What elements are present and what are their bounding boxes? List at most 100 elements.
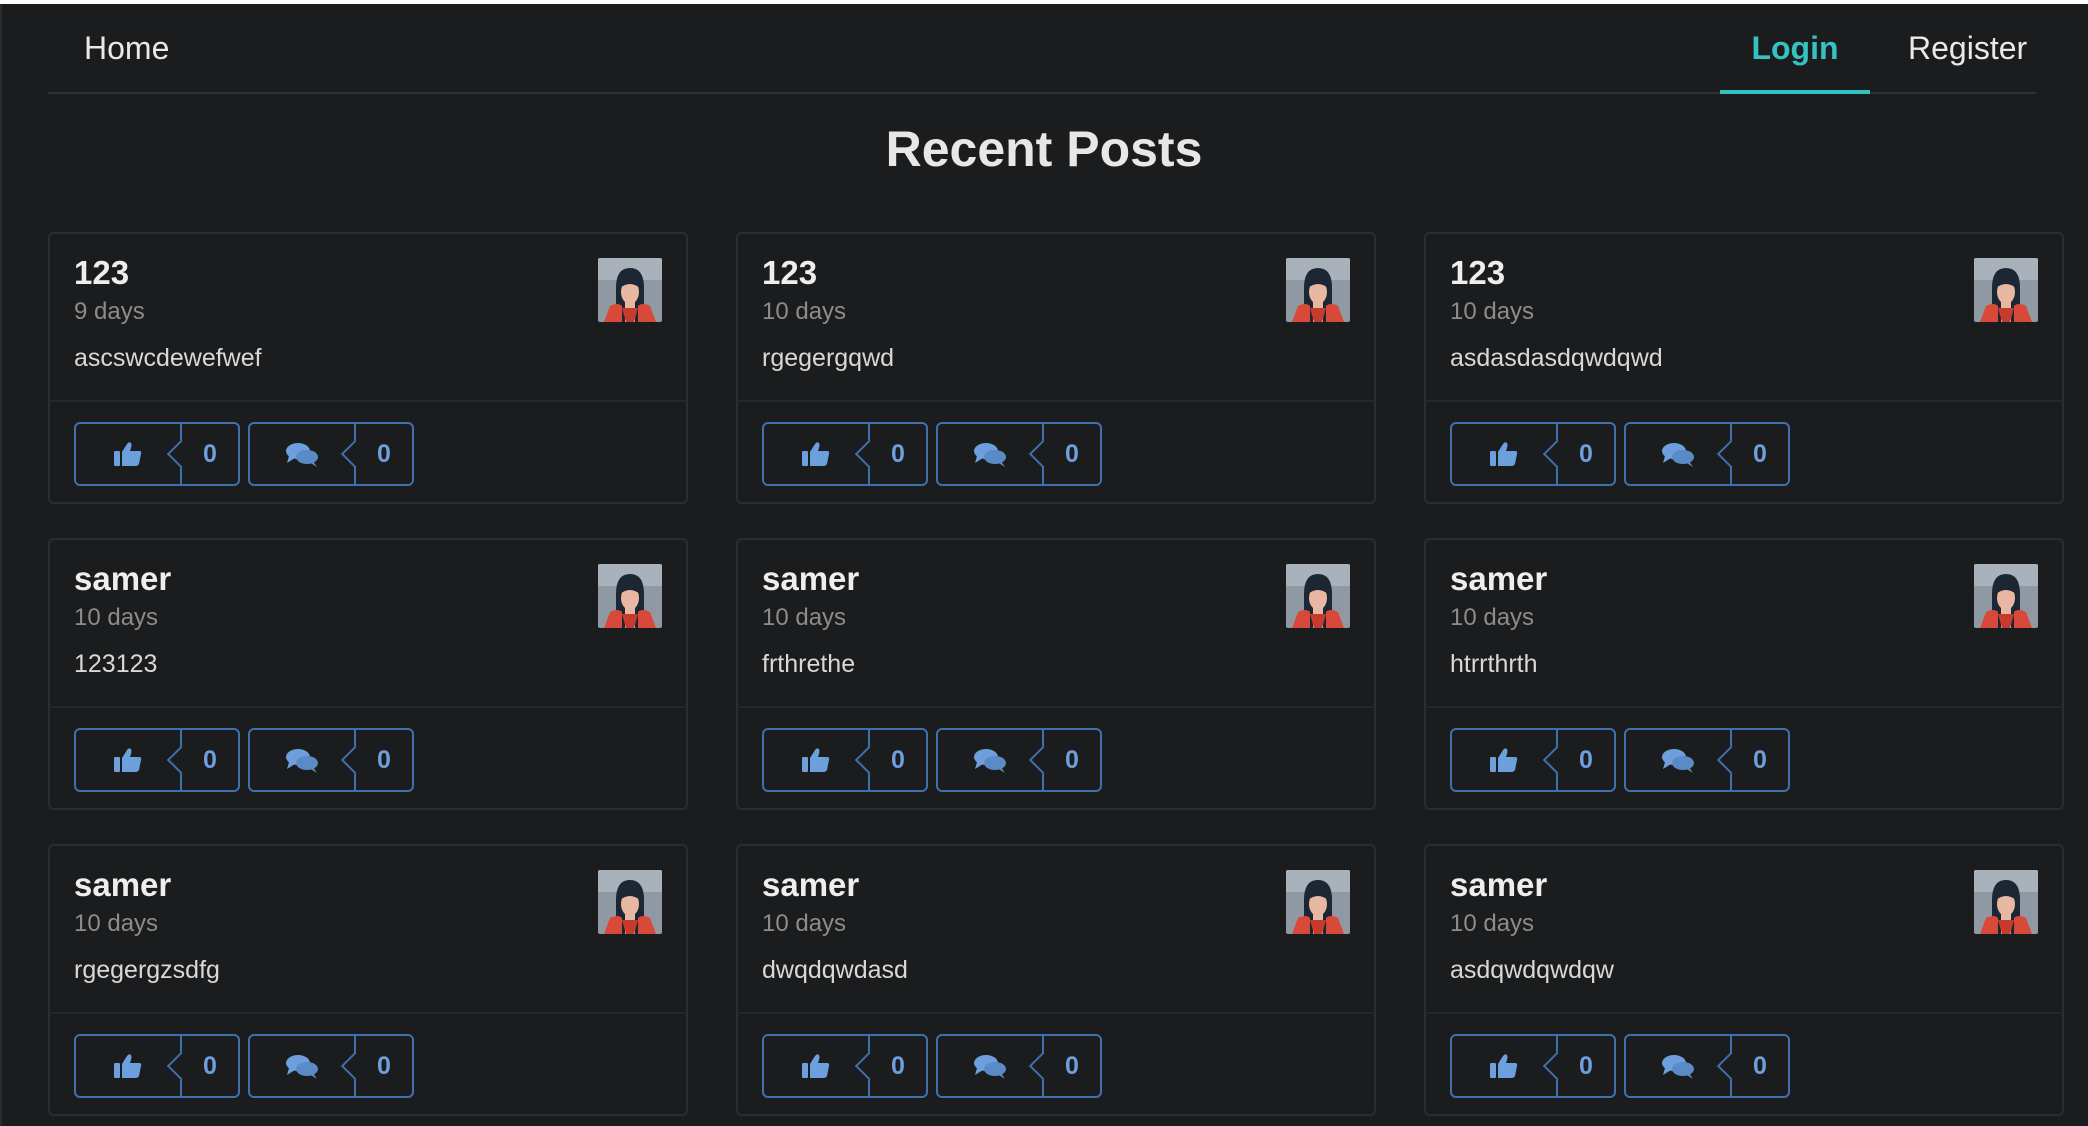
post-time: 10 days xyxy=(74,910,159,937)
card-divider xyxy=(738,1012,1374,1014)
comment-count: 0 xyxy=(1753,1052,1767,1080)
comment-count: 0 xyxy=(1753,440,1767,468)
post-text: rgegergzsdfg xyxy=(74,956,220,984)
post-time: 10 days xyxy=(762,298,847,325)
comments-icon xyxy=(1662,443,1694,467)
user-avatar[interactable] xyxy=(598,564,662,628)
card-divider xyxy=(738,400,1374,402)
post-card: 123 9 days ascswcdewefwef 0 0 xyxy=(48,232,688,504)
nav-home-link[interactable]: Home xyxy=(84,4,169,92)
user-avatar[interactable] xyxy=(598,870,662,934)
like-count: 0 xyxy=(891,746,905,774)
post-author: 123 xyxy=(74,254,130,291)
comment-count: 0 xyxy=(377,440,391,468)
like-button[interactable]: 0 xyxy=(762,728,928,792)
like-count: 0 xyxy=(203,1052,217,1080)
user-avatar[interactable] xyxy=(598,258,662,322)
comments-icon xyxy=(1662,1055,1694,1079)
like-button[interactable]: 0 xyxy=(74,728,240,792)
thumbs-up-icon xyxy=(802,442,830,466)
post-author: samer xyxy=(762,866,860,903)
comment-button[interactable]: 0 xyxy=(936,1034,1102,1098)
thumbs-up-icon xyxy=(1490,748,1518,772)
post-card: 123 10 days asdasdasdqwdqwd 0 0 xyxy=(1424,232,2064,504)
post-text: frthrethe xyxy=(762,650,856,678)
thumbs-up-icon xyxy=(1490,442,1518,466)
like-count: 0 xyxy=(203,746,217,774)
active-tab-indicator xyxy=(1720,90,1870,94)
comment-button[interactable]: 0 xyxy=(248,728,414,792)
page-title: Recent Posts xyxy=(885,121,1203,177)
post-text: asdasdasdqwdqwd xyxy=(1450,344,1663,372)
thumbs-up-icon xyxy=(1490,1054,1518,1078)
like-count: 0 xyxy=(891,1052,905,1080)
comment-count: 0 xyxy=(1065,440,1079,468)
comment-button[interactable]: 0 xyxy=(248,1034,414,1098)
card-divider xyxy=(1426,1012,2062,1014)
post-author: samer xyxy=(1450,560,1548,597)
comments-icon xyxy=(286,1055,318,1079)
comment-button[interactable]: 0 xyxy=(1624,1034,1790,1098)
user-avatar[interactable] xyxy=(1974,258,2038,322)
post-card: samer 10 days frthrethe 0 0 xyxy=(736,538,1376,810)
nav-login-label: Login xyxy=(1751,30,1839,66)
thumbs-up-icon xyxy=(114,748,142,772)
card-divider xyxy=(50,1012,686,1014)
thumbs-up-icon xyxy=(114,442,142,466)
comment-button[interactable]: 0 xyxy=(1624,422,1790,486)
post-time: 10 days xyxy=(762,910,847,937)
comments-icon xyxy=(286,749,318,773)
top-nav: Home Login Register xyxy=(48,4,2036,94)
post-text: asdqwdqwdqw xyxy=(1450,956,1614,984)
user-avatar[interactable] xyxy=(1286,564,1350,628)
like-button[interactable]: 0 xyxy=(74,422,240,486)
post-card: 123 10 days rgegergqwd 0 0 xyxy=(736,232,1376,504)
post-time: 10 days xyxy=(762,604,847,631)
user-avatar[interactable] xyxy=(1286,870,1350,934)
like-button[interactable]: 0 xyxy=(1450,1034,1616,1098)
comment-button[interactable]: 0 xyxy=(1624,728,1790,792)
post-card: samer 10 days htrrthrth 0 0 xyxy=(1424,538,2064,810)
comments-icon xyxy=(974,749,1006,773)
comment-button[interactable]: 0 xyxy=(248,422,414,486)
like-button[interactable]: 0 xyxy=(762,1034,928,1098)
like-count: 0 xyxy=(1579,746,1593,774)
post-card: samer 10 days asdqwdqwdqw 0 0 xyxy=(1424,844,2064,1116)
post-time: 10 days xyxy=(1450,298,1535,325)
post-card: samer 10 days dwqdqwdasd 0 0 xyxy=(736,844,1376,1116)
thumbs-up-icon xyxy=(802,748,830,772)
comments-icon xyxy=(974,443,1006,467)
user-avatar[interactable] xyxy=(1974,564,2038,628)
nav-login-link[interactable]: Login xyxy=(1720,4,1870,94)
post-text: dwqdqwdasd xyxy=(762,956,908,984)
post-author: samer xyxy=(1450,866,1548,903)
comment-count: 0 xyxy=(1065,1052,1079,1080)
like-button[interactable]: 0 xyxy=(762,422,928,486)
post-text: rgegergqwd xyxy=(762,344,895,372)
like-count: 0 xyxy=(203,440,217,468)
card-divider xyxy=(50,706,686,708)
user-avatar[interactable] xyxy=(1974,870,2038,934)
like-button[interactable]: 0 xyxy=(1450,422,1616,486)
comments-icon xyxy=(1662,749,1694,773)
card-divider xyxy=(738,706,1374,708)
user-avatar[interactable] xyxy=(1286,258,1350,322)
like-count: 0 xyxy=(1579,440,1593,468)
post-author: samer xyxy=(74,560,172,597)
comment-button[interactable]: 0 xyxy=(936,728,1102,792)
comments-icon xyxy=(974,1055,1006,1079)
comment-count: 0 xyxy=(377,746,391,774)
post-author: samer xyxy=(762,560,860,597)
like-count: 0 xyxy=(1579,1052,1593,1080)
comment-button[interactable]: 0 xyxy=(936,422,1102,486)
nav-register-link[interactable]: Register xyxy=(1908,4,2027,92)
card-divider xyxy=(50,400,686,402)
comments-icon xyxy=(286,443,318,467)
post-time: 10 days xyxy=(1450,604,1535,631)
post-card: samer 10 days rgegergzsdfg 0 0 xyxy=(48,844,688,1116)
like-button[interactable]: 0 xyxy=(74,1034,240,1098)
post-time: 10 days xyxy=(1450,910,1535,937)
comment-count: 0 xyxy=(1753,746,1767,774)
post-time: 9 days xyxy=(74,298,145,325)
like-button[interactable]: 0 xyxy=(1450,728,1616,792)
